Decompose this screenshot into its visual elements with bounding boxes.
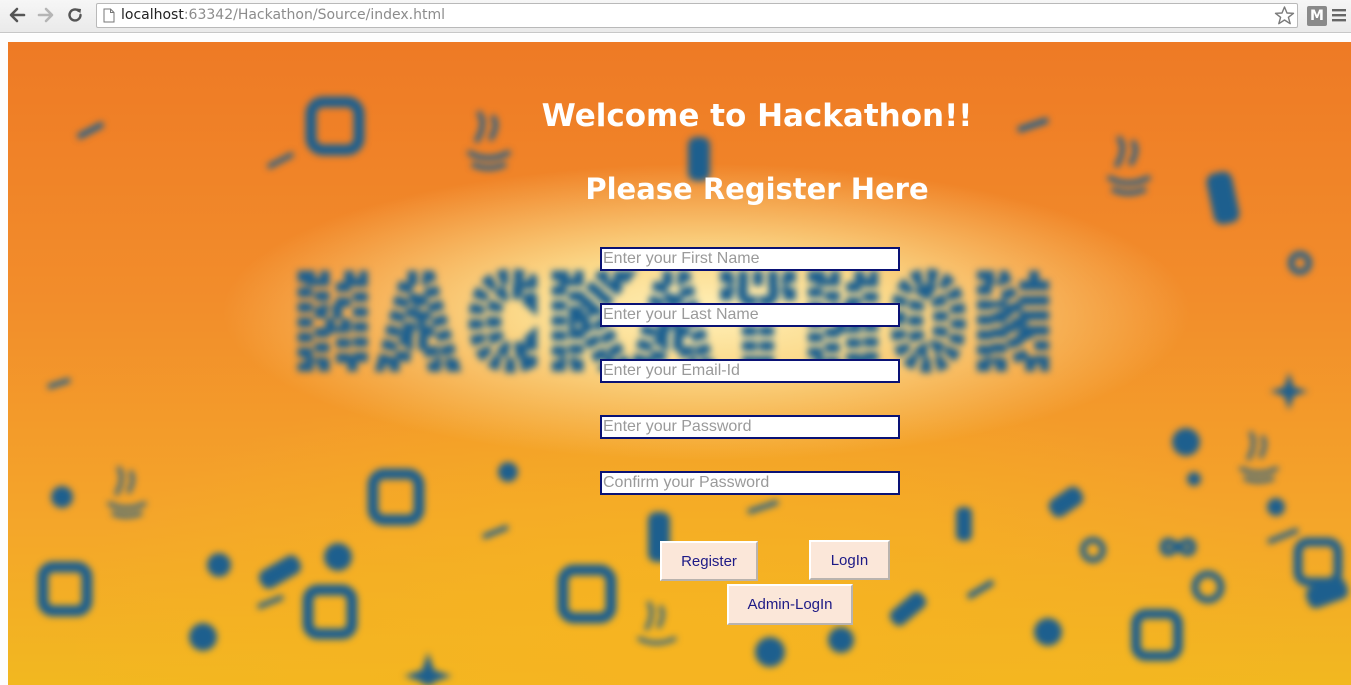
url-text: localhost:63342/Hackathon/Source/index.h… bbox=[121, 7, 445, 23]
confirm-password-field[interactable] bbox=[600, 471, 900, 495]
last-name-field[interactable] bbox=[600, 303, 900, 327]
back-button[interactable] bbox=[6, 4, 28, 26]
bookmark-star-icon[interactable] bbox=[1274, 5, 1295, 26]
password-field[interactable] bbox=[600, 415, 900, 439]
admin-login-button[interactable]: Admin-LogIn bbox=[727, 584, 853, 625]
address-bar[interactable]: localhost:63342/Hackathon/Source/index.h… bbox=[96, 3, 1298, 28]
page-viewport: HACKATHON bbox=[0, 34, 1351, 685]
register-heading: Please Register Here bbox=[585, 172, 929, 206]
reload-icon bbox=[68, 8, 82, 22]
login-button[interactable]: LogIn bbox=[809, 540, 890, 580]
page-icon bbox=[103, 8, 115, 23]
email-field[interactable] bbox=[600, 359, 900, 383]
welcome-heading: Welcome to Hackathon!! bbox=[541, 98, 973, 134]
browser-toolbar: localhost:63342/Hackathon/Source/index.h… bbox=[0, 0, 1351, 33]
register-button[interactable]: Register bbox=[660, 541, 758, 581]
url-host: localhost bbox=[121, 7, 184, 23]
forward-arrow-icon bbox=[37, 7, 54, 23]
back-arrow-icon bbox=[9, 7, 26, 23]
forward-button[interactable] bbox=[35, 4, 57, 26]
extension-icon[interactable]: M bbox=[1307, 6, 1327, 26]
reload-button[interactable] bbox=[64, 4, 86, 26]
first-name-field[interactable] bbox=[600, 247, 900, 271]
url-path: :63342/Hackathon/Source/index.html bbox=[183, 7, 446, 23]
menu-icon[interactable] bbox=[1332, 8, 1346, 22]
